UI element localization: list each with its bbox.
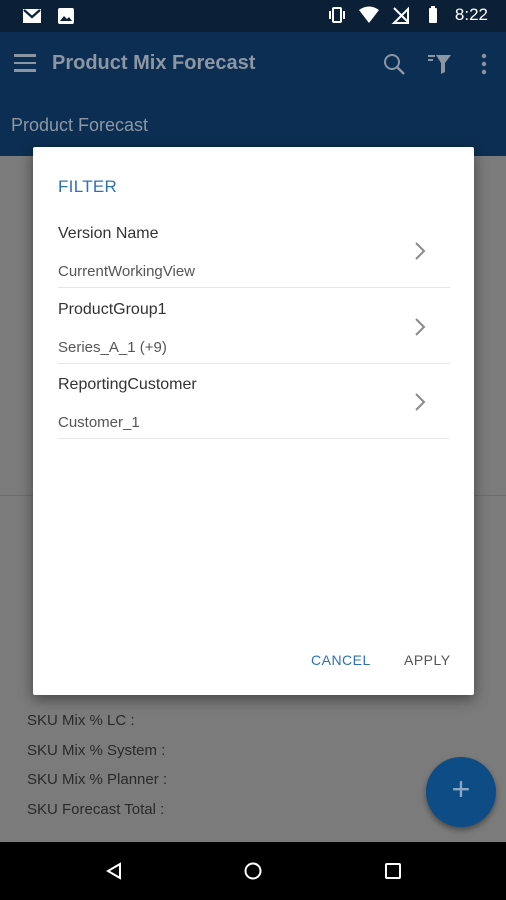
add-fab-button[interactable]: + <box>426 757 496 827</box>
status-time: 8:22 <box>454 5 488 24</box>
search-icon[interactable] <box>382 52 406 76</box>
list-item: SKU Mix % System : <box>27 742 166 759</box>
plus-icon: + <box>451 771 471 807</box>
app-bar: Product Mix Forecast <box>0 32 506 98</box>
back-icon[interactable] <box>105 862 123 880</box>
home-icon[interactable] <box>244 862 262 880</box>
chevron-right-icon <box>415 242 426 260</box>
filter-row-value: Customer_1 <box>58 414 140 431</box>
dialog-title: FILTER <box>58 177 118 196</box>
filter-row-value: Series_A_1 (+9) <box>58 339 167 356</box>
filter-row-product-group[interactable]: ProductGroup1 Series_A_1 (+9) <box>58 289 450 364</box>
filter-row-reporting-customer[interactable]: ReportingCustomer Customer_1 <box>58 364 450 439</box>
image-icon <box>58 8 74 24</box>
app-title: Product Mix Forecast <box>52 52 256 74</box>
status-bar: 8:22 <box>0 0 506 32</box>
sub-header-title: Product Forecast <box>11 115 149 135</box>
no-signal-icon <box>391 6 409 24</box>
recents-icon[interactable] <box>384 862 402 880</box>
list-item: SKU Mix % LC : <box>27 712 135 729</box>
wifi-icon <box>358 6 379 23</box>
row-divider <box>58 287 450 288</box>
row-divider <box>58 438 450 439</box>
more-vert-icon[interactable] <box>472 52 496 76</box>
filter-row-value: CurrentWorkingView <box>58 263 195 280</box>
chevron-right-icon <box>415 318 426 336</box>
filter-row-label: ProductGroup1 <box>58 301 167 318</box>
navigation-bar <box>0 842 506 900</box>
list-item: SKU Mix % Planner : <box>27 771 168 788</box>
filter-row-label: ReportingCustomer <box>58 376 197 393</box>
filter-row-label: Version Name <box>58 225 159 242</box>
vibrate-icon <box>328 7 345 23</box>
filter-dialog: FILTER Version Name CurrentWorkingView P… <box>33 147 474 695</box>
cancel-button[interactable]: CANCEL <box>311 652 371 668</box>
chevron-right-icon <box>415 393 426 411</box>
filter-icon[interactable] <box>427 52 451 76</box>
battery-icon <box>428 6 437 23</box>
apply-button[interactable]: APPLY <box>404 652 451 668</box>
menu-icon[interactable] <box>14 54 36 72</box>
gmail-icon <box>23 9 41 23</box>
list-item: SKU Forecast Total : <box>27 801 165 818</box>
filter-row-version-name[interactable]: Version Name CurrentWorkingView <box>58 213 450 288</box>
